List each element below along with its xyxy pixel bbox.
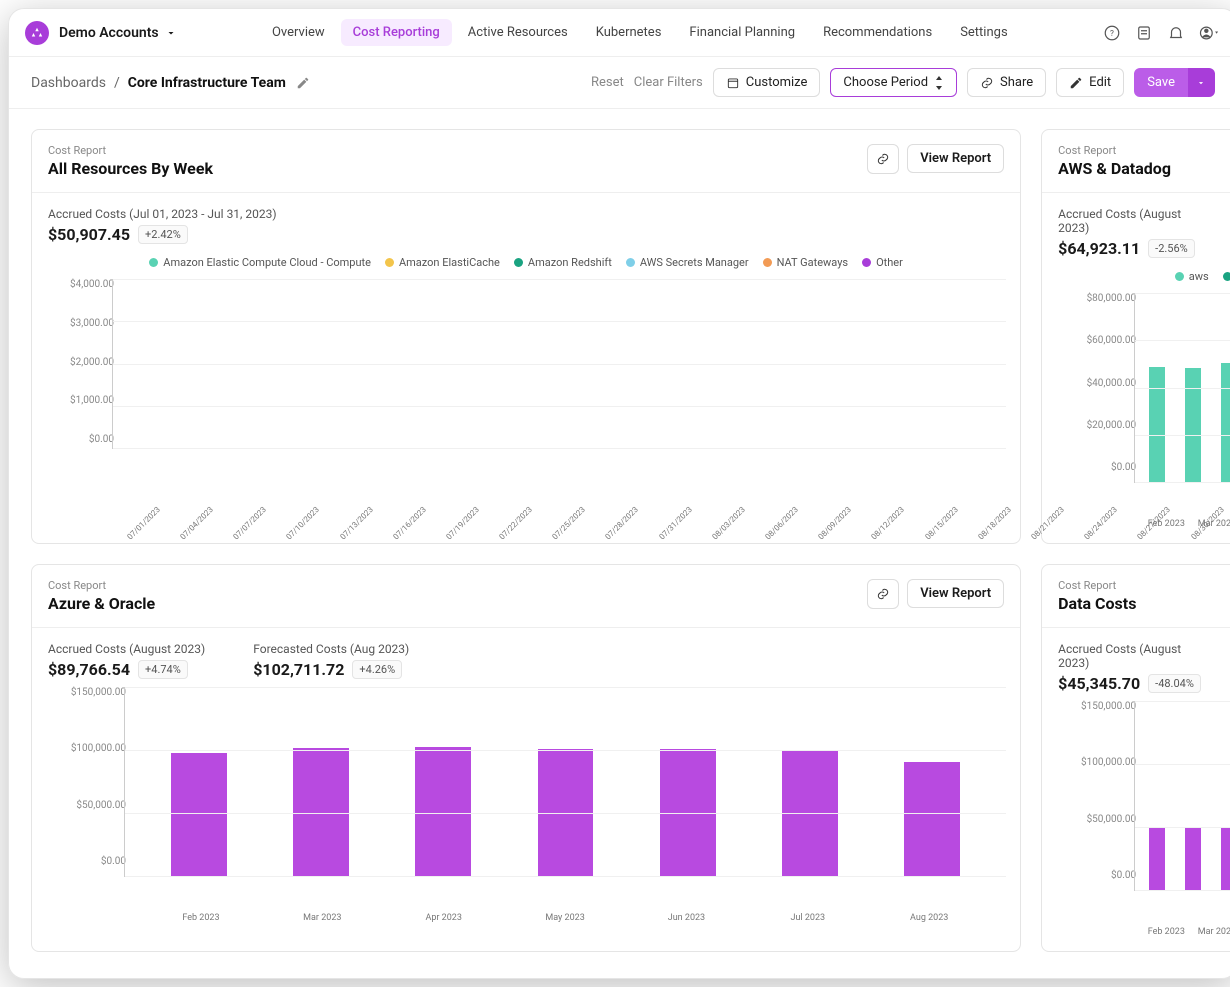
chevron-down-icon (165, 27, 177, 39)
nav-tab-kubernetes[interactable]: Kubernetes (584, 19, 674, 46)
chart-aws-datadog: $80,000.00$60,000.00$40,000.00$20,000.00… (1042, 289, 1230, 543)
legend-item[interactable]: datadog (1223, 270, 1230, 283)
metric-label: Accrued Costs (August 2023) (1058, 642, 1202, 670)
bell-icon[interactable] (1167, 24, 1185, 42)
card-eyebrow: Cost Report (48, 144, 213, 157)
legend-item[interactable]: Amazon Elastic Compute Cloud - Compute (149, 256, 371, 269)
edit-button[interactable]: Edit (1056, 68, 1124, 97)
share-button[interactable]: Share (967, 68, 1046, 97)
legend-item[interactable]: AWS Secrets Manager (626, 256, 749, 269)
metric-value: $45,345.70 (1058, 674, 1140, 693)
card-eyebrow: Cost Report (1058, 579, 1136, 592)
dashboard-grid: Cost Report All Resources By Week View R… (9, 109, 1230, 978)
customize-button[interactable]: Customize (713, 68, 821, 97)
card-title: AWS & Datadog (1058, 159, 1171, 178)
metric-label: Forecasted Costs (Aug 2023) (253, 642, 409, 656)
metric-label: Accrued Costs (August 2023) (1058, 207, 1202, 235)
legend-item[interactable]: Other (862, 256, 903, 269)
calendar-icon (726, 76, 740, 90)
view-report-button[interactable]: View Report (907, 579, 1004, 608)
save-menu-button[interactable] (1188, 68, 1215, 97)
metric-value: $89,766.54 (48, 660, 130, 679)
brand-logo (25, 21, 49, 45)
card-eyebrow: Cost Report (48, 579, 155, 592)
breadcrumb: Dashboards / Core Infrastructure Team (31, 75, 310, 91)
chart-all-resources: $4,000.00$3,000.00$2,000.00$1,000.00$0.0… (32, 275, 1020, 539)
metric-delta: +2.42% (138, 225, 188, 244)
nav-tabs: OverviewCost ReportingActive ResourcesKu… (260, 19, 1020, 46)
metric-delta: +4.26% (352, 660, 402, 679)
copy-link-button[interactable] (867, 579, 899, 609)
edit-title-icon[interactable] (296, 76, 310, 90)
account-switcher[interactable]: Demo Accounts (59, 25, 177, 41)
help-icon[interactable]: ? (1103, 24, 1121, 42)
card-title: Data Costs (1058, 594, 1136, 613)
link-icon (876, 152, 890, 166)
chart-legend: Amazon Elastic Compute Cloud - Compute Am… (32, 248, 1020, 275)
profile-menu[interactable] (1199, 24, 1221, 42)
legend-item[interactable]: Amazon Redshift (514, 256, 612, 269)
nav-tab-settings[interactable]: Settings (948, 19, 1019, 46)
nav-tab-cost-reporting[interactable]: Cost Reporting (341, 19, 452, 46)
top-nav: Demo Accounts OverviewCost ReportingActi… (9, 9, 1230, 57)
legend-item[interactable]: aws (1175, 270, 1209, 283)
legend-item[interactable]: NAT Gateways (763, 256, 848, 269)
nav-tab-recommendations[interactable]: Recommendations (811, 19, 944, 46)
pencil-icon (1069, 76, 1083, 90)
metric-delta: -48.04% (1148, 674, 1201, 693)
chart-data-costs: $150,000.00$100,000.00$50,000.00$0.00 Fe… (1042, 697, 1230, 951)
chevron-down-icon (1196, 78, 1206, 88)
metric-label: Accrued Costs (August 2023) (48, 642, 205, 656)
metric-delta: +4.74% (138, 660, 188, 679)
metric-delta: -2.56% (1148, 239, 1195, 258)
metric-value: $64,923.11 (1058, 239, 1140, 258)
chart-legend: aws datadog (1042, 262, 1230, 289)
card-aws-datadog: Cost Report AWS & Datadog View Report Ac… (1041, 129, 1230, 544)
select-icon (934, 76, 944, 90)
changelog-icon[interactable] (1135, 24, 1153, 42)
nav-tab-active-resources[interactable]: Active Resources (456, 19, 580, 46)
view-report-button[interactable]: View Report (907, 144, 1004, 173)
card-all-resources: Cost Report All Resources By Week View R… (31, 129, 1021, 544)
choose-period-button[interactable]: Choose Period (830, 68, 957, 97)
metric-label: Accrued Costs (Jul 01, 2023 - Jul 31, 20… (48, 207, 277, 221)
nav-tab-financial-planning[interactable]: Financial Planning (677, 19, 807, 46)
card-title: Azure & Oracle (48, 594, 155, 613)
card-title: All Resources By Week (48, 159, 213, 178)
link-icon (876, 587, 890, 601)
link-icon (980, 76, 994, 90)
save-button[interactable]: Save (1134, 68, 1188, 97)
sub-header: Dashboards / Core Infrastructure Team Re… (9, 57, 1230, 109)
clear-filters-button[interactable]: Clear Filters (634, 75, 703, 90)
metric-value: $50,907.45 (48, 225, 130, 244)
nav-tab-overview[interactable]: Overview (260, 19, 337, 46)
legend-item[interactable]: Amazon ElastiCache (385, 256, 500, 269)
card-data-costs: Cost Report Data Costs View Report Accru… (1041, 564, 1230, 952)
card-azure-oracle: Cost Report Azure & Oracle View Report A… (31, 564, 1021, 952)
top-icons: ? (1103, 24, 1221, 42)
copy-link-button[interactable] (867, 144, 899, 174)
card-eyebrow: Cost Report (1058, 144, 1171, 157)
svg-text:?: ? (1110, 29, 1114, 39)
reset-button[interactable]: Reset (591, 75, 624, 90)
breadcrumb-root[interactable]: Dashboards (31, 75, 106, 91)
account-name: Demo Accounts (59, 25, 159, 41)
metric-value: $102,711.72 (253, 660, 344, 679)
breadcrumb-current: Core Infrastructure Team (128, 75, 286, 91)
